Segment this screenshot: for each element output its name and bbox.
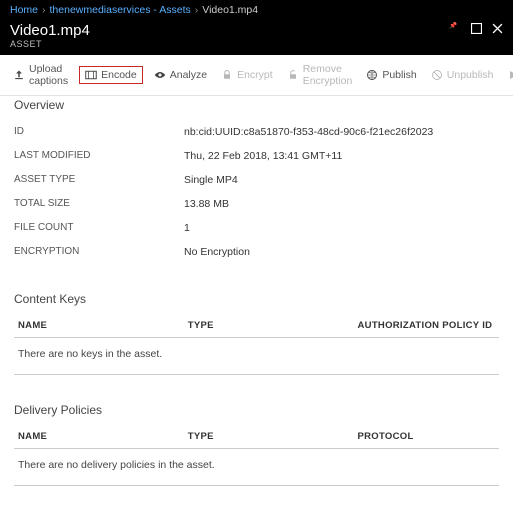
delivery-title: Delivery Policies	[14, 403, 499, 417]
col-name: NAME	[14, 425, 184, 449]
overview-title: Overview	[14, 98, 499, 112]
content-keys-title: Content Keys	[14, 292, 499, 306]
empty-msg: There are no delivery policies in the as…	[14, 449, 499, 486]
content-keys-table: NAME TYPE AUTHORIZATION POLICY ID There …	[14, 314, 499, 375]
chevron-right-icon: ›	[42, 4, 46, 16]
kv-key: LAST MODIFIED	[14, 150, 184, 162]
page-subtitle: ASSET	[10, 39, 449, 49]
breadcrumb-service[interactable]: thenewmediaservices - Assets	[50, 4, 191, 16]
empty-msg: There are no keys in the asset.	[14, 338, 499, 375]
breadcrumb-home[interactable]: Home	[10, 4, 38, 16]
kv-key: FILE COUNT	[14, 222, 184, 234]
chevron-right-icon: ›	[195, 4, 199, 16]
kv-val: 13.88 MB	[184, 198, 229, 210]
breadcrumb: Home › thenewmediaservices - Assets › Vi…	[0, 0, 513, 20]
kv-val: nb:cid:UUID:c8a51870-f353-48cd-90c6-f21e…	[184, 126, 433, 138]
col-type: TYPE	[184, 314, 354, 338]
content-scroll[interactable]: Overview IDnb:cid:UUID:c8a51870-f353-48c…	[0, 78, 513, 515]
pin-icon[interactable]: 📌	[449, 22, 461, 37]
kv-val: 1	[184, 222, 190, 234]
kv-key: ENCRYPTION	[14, 246, 184, 258]
page-title: Video1.mp4	[10, 22, 449, 39]
maximize-icon[interactable]	[471, 22, 482, 37]
kv-key: ID	[14, 126, 184, 138]
col-name: NAME	[14, 314, 184, 338]
col-protocol: PROTOCOL	[354, 425, 500, 449]
breadcrumb-current: Video1.mp4	[202, 4, 258, 16]
svg-text:📌: 📌	[449, 22, 457, 30]
delivery-table: NAME TYPE PROTOCOL There are no delivery…	[14, 425, 499, 486]
kv-val: No Encryption	[184, 246, 250, 258]
kv-key: ASSET TYPE	[14, 174, 184, 186]
kv-val: Thu, 22 Feb 2018, 13:41 GMT+11	[184, 150, 342, 162]
close-icon[interactable]	[492, 22, 503, 37]
kv-key: TOTAL SIZE	[14, 198, 184, 210]
col-auth: AUTHORIZATION POLICY ID	[354, 314, 500, 338]
kv-val: Single MP4	[184, 174, 238, 186]
col-type: TYPE	[184, 425, 354, 449]
